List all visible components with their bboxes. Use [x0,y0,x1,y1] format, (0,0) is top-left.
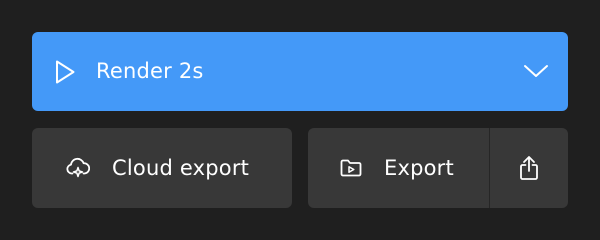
share-icon [520,156,538,180]
export-button[interactable]: Export [308,128,489,208]
cloud-export-label: Cloud export [112,156,250,180]
folder-play-icon [340,159,362,177]
render-button[interactable]: Render 2s [32,32,568,111]
cloud-export-button[interactable]: Cloud export [32,128,292,208]
cloud-sparkle-icon [66,157,90,178]
render-label: Render 2s [96,59,204,83]
export-label: Export [384,156,454,180]
play-icon [56,60,75,84]
chevron-down-icon[interactable] [523,63,549,79]
share-button[interactable] [490,128,568,208]
